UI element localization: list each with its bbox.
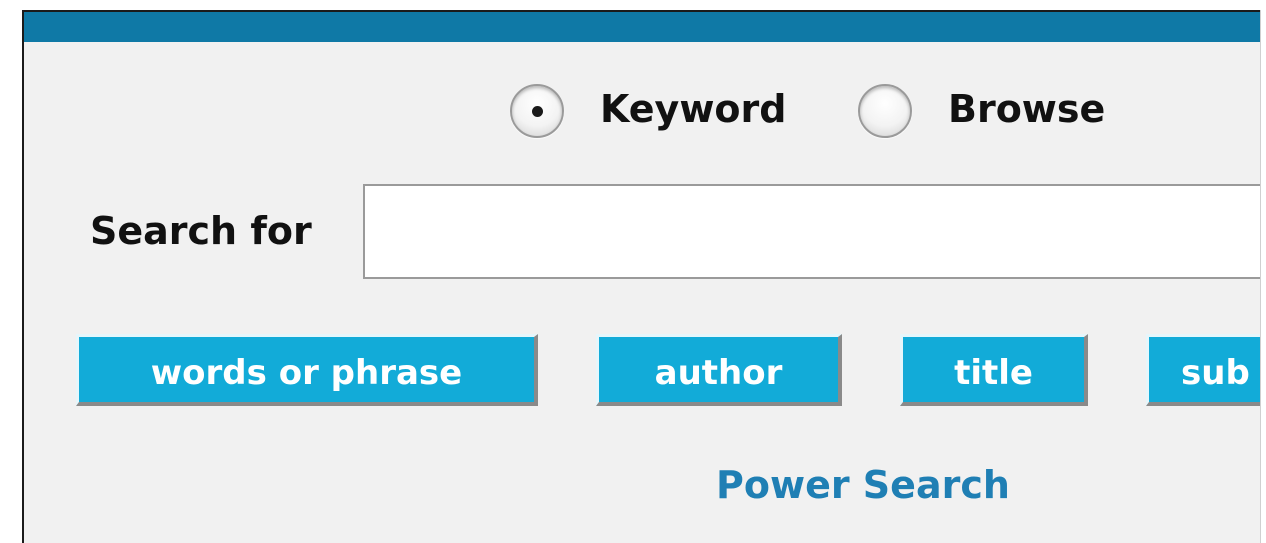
keyword-radio-label[interactable]: Keyword	[600, 90, 786, 128]
header-bar	[24, 12, 1260, 42]
author-button[interactable]: author	[596, 334, 842, 406]
title-button[interactable]: title	[900, 334, 1088, 406]
words-or-phrase-button[interactable]: words or phrase	[76, 334, 538, 406]
search-mode-group: Keyword Browse	[24, 84, 1260, 144]
keyword-radio[interactable]	[510, 84, 564, 138]
power-search-link[interactable]: Power Search	[716, 466, 1010, 504]
radio-selected-dot	[532, 106, 543, 117]
page-edge	[1260, 10, 1266, 543]
browse-radio[interactable]	[858, 84, 912, 138]
search-panel: Keyword Browse Search for words or phras…	[22, 10, 1260, 543]
subject-button[interactable]: sub	[1146, 334, 1260, 406]
search-input[interactable]	[363, 184, 1260, 279]
browse-radio-label[interactable]: Browse	[948, 90, 1105, 128]
search-for-label: Search for	[90, 209, 312, 253]
